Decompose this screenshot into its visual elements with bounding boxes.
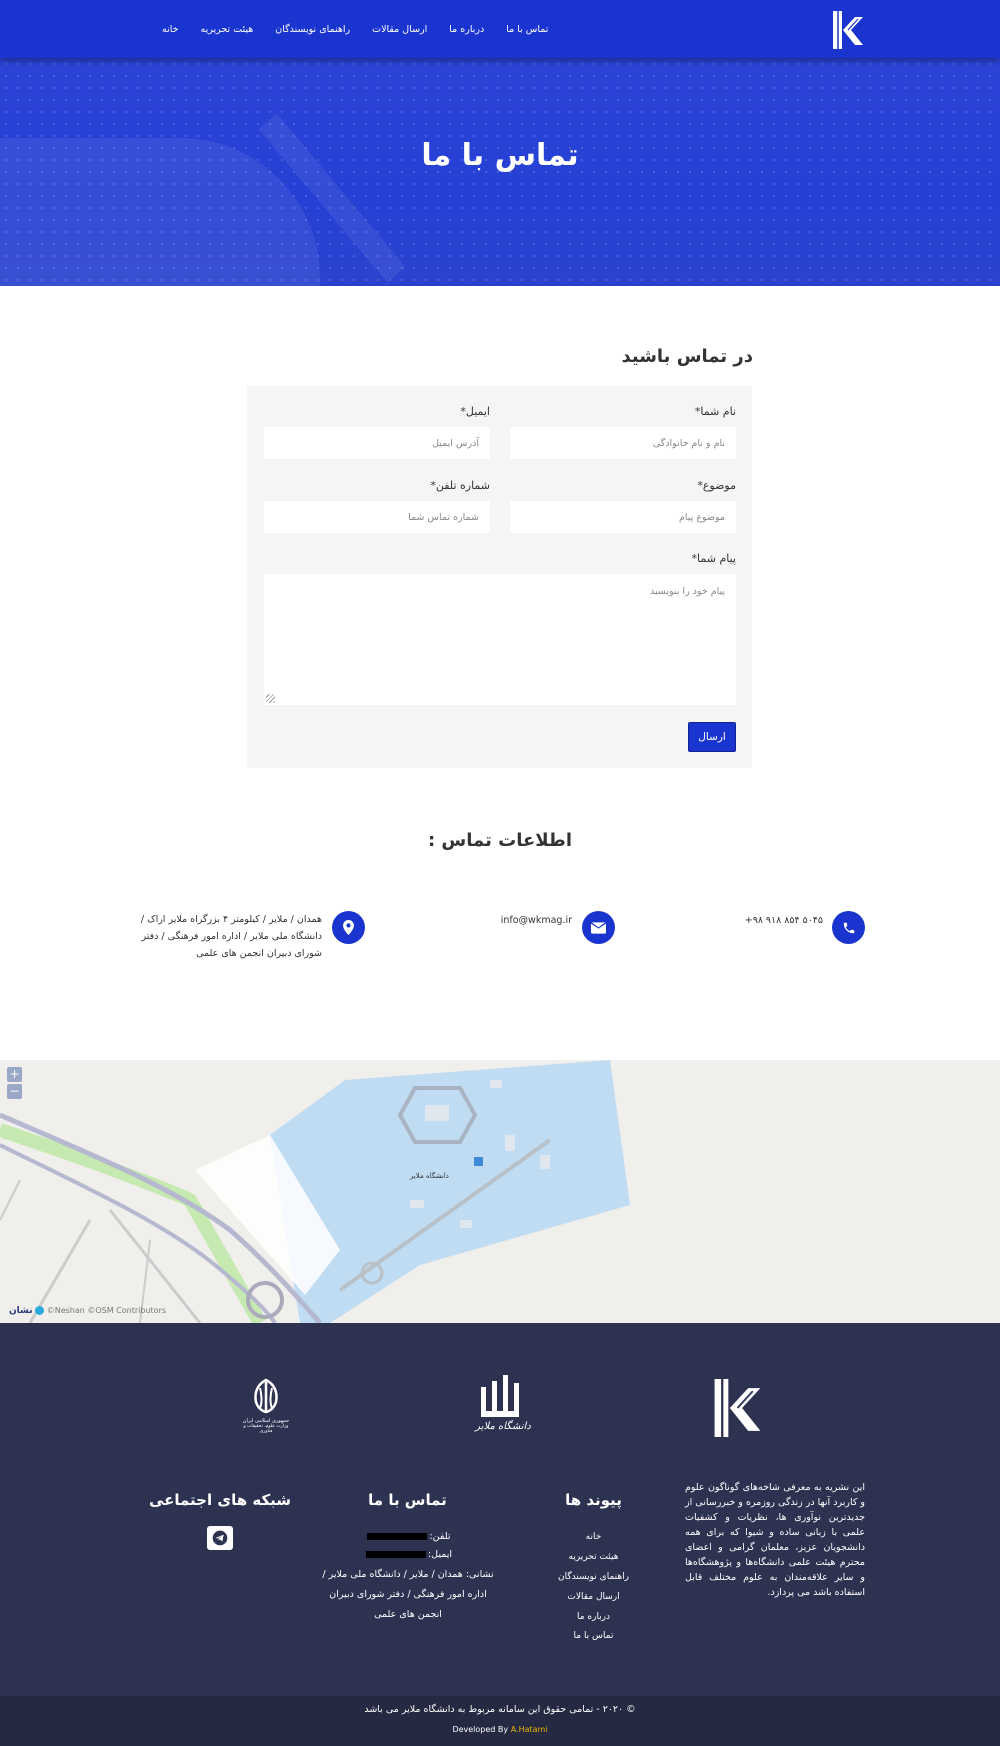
developer-link[interactable]: A.Hatami [511,1725,548,1734]
location-map[interactable]: + − دانشگاه ملایر نشان ©Neshan ©OSM Cont… [0,1060,1000,1323]
telegram-icon[interactable] [207,1526,233,1550]
footer-email-label: ایمیل: [427,1549,453,1560]
neshan-icon [35,1306,45,1315]
zoom-in-button[interactable]: + [7,1067,22,1082]
redacted-phone [367,1533,428,1540]
footer-phone-row: تلفن: [318,1527,498,1547]
contact-phone[interactable]: +۹۸ ۹۱۸ ۸۵۴ ۵۰۴۵ [745,912,823,929]
zoom-out-button[interactable]: − [7,1084,22,1099]
footer-address: نشانی: همدان / ملایر / دانشگاه ملی ملایر… [322,1569,494,1620]
hero-banner: تماس با ما [0,58,1000,286]
subject-input[interactable]: موضوع پیام [510,501,736,533]
main-nav: خانه هیئت تحریریه راهنمای نویسندگان ارسا… [0,0,548,58]
map-attribution: نشان ©Neshan ©OSM Contributors [9,1306,166,1316]
message-label: پیام شما* [691,552,736,565]
submit-button[interactable]: ارسال [688,722,736,752]
footer-social-heading: شبکه های اجتماعی [148,1491,292,1509]
contact-address: همدان / ملایر / کیلومتر ۴ بزرگراه ملایر … [140,914,322,959]
developer-credit: Developed By A.Hatami [0,1725,1000,1734]
footer-contact-heading: تماس با ما [368,1491,447,1509]
navbar: خانه هیئت تحریریه راهنمای نویسندگان ارسا… [0,0,1000,58]
message-placeholder: پیام خود را بنویسید [650,586,725,597]
nav-item-author-guide[interactable]: راهنمای نویسندگان [275,24,350,35]
footer-link-contact[interactable]: تماس با ما [536,1631,651,1641]
ministry-emblem: جمهوری اسلامی ایران وزارت علوم، تحقیقات … [238,1378,294,1434]
nav-item-editorial-board[interactable]: هیئت تحریریه [201,24,254,35]
footer-links-heading: پیوند ها [565,1491,622,1509]
footer-email-row: ایمیل: [318,1545,498,1565]
contact-info-heading: اطلاعات تماس : [427,830,573,851]
message-textarea[interactable]: پیام خود را بنویسید [264,574,736,705]
phone-label: شماره تلفن* [430,479,490,492]
copyright-bar: © ۲۰۲۰ - تمامی حقوق این سامانه مربوط به … [0,1696,1000,1746]
name-input[interactable]: نام و نام خانوادگی [510,427,736,459]
footer-about-text: این نشریه به معرفی شاخه‌های گوناگون علوم… [685,1482,865,1598]
contact-email[interactable]: info@wkmag.ir [501,912,572,929]
nav-item-about[interactable]: درباره ما [449,24,484,35]
footer: دانشگاه ملایر جمهوری اسلامی ایران وزارت … [0,1323,1000,1696]
university-logo: دانشگاه ملایر [472,1373,534,1432]
name-label: نام شما* [694,405,736,418]
footer-link-home[interactable]: خانه [536,1532,651,1542]
footer-site-logo [710,1375,765,1445]
neshan-logo: نشان [9,1306,33,1316]
map-credit-text: ©Neshan ©OSM Contributors [46,1306,167,1315]
map-tiles [0,1060,630,1323]
footer-link-author-guide[interactable]: راهنمای نویسندگان [536,1572,651,1582]
map-place-label: دانشگاه ملایر [410,1172,449,1180]
nav-item-contact[interactable]: تماس با ما [506,24,548,35]
location-pin-icon [332,911,365,944]
subject-label: موضوع* [697,479,736,492]
email-label: ایمیل* [460,405,490,418]
email-input[interactable]: آدرس ایمیل [264,427,490,459]
nav-item-home[interactable]: خانه [162,24,179,35]
footer-link-submit-article[interactable]: ارسال مقالات [536,1592,651,1602]
footer-phone-label: تلفن: [429,1531,451,1542]
footer-link-editorial-board[interactable]: هیئت تحریریه [536,1552,651,1562]
site-logo[interactable] [830,9,866,51]
page-title: تماس با ما [421,138,579,173]
phone-input[interactable]: شماره تماس شما [264,501,490,533]
redacted-email [365,1551,426,1558]
form-heading: در تماس باشید [621,346,753,367]
envelope-icon [582,911,615,944]
footer-link-about[interactable]: درباره ما [536,1612,651,1622]
resize-handle-icon[interactable] [266,694,275,703]
copyright-text: © ۲۰۲۰ - تمامی حقوق این سامانه مربوط به … [364,1704,636,1715]
nav-item-submit-article[interactable]: ارسال مقالات [372,24,427,35]
developed-by-label: Developed By [452,1725,509,1734]
phone-icon [832,911,865,944]
